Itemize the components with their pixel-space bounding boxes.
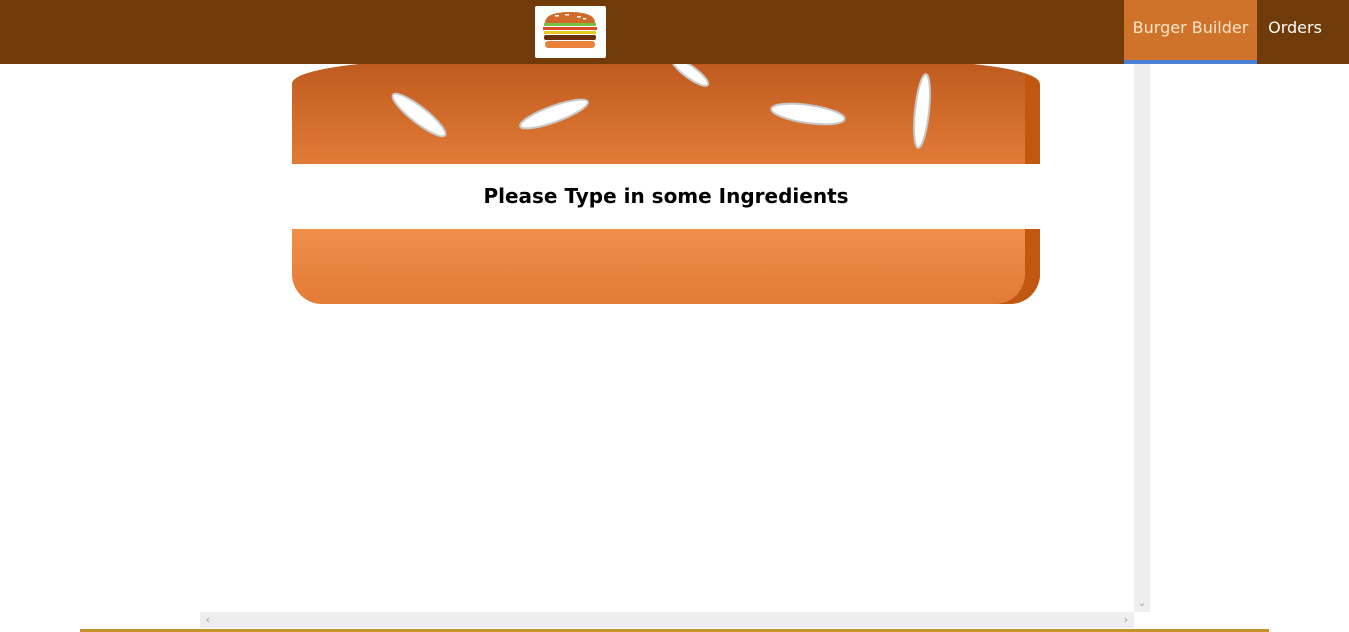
main-content: Please Type in some Ingredients [200, 64, 1134, 612]
burger-logo-icon[interactable] [535, 6, 606, 58]
chevron-left-icon[interactable]: ‹ [200, 612, 216, 628]
empty-burger-message: Please Type in some Ingredients [292, 164, 1040, 229]
horizontal-scrollbar[interactable] [200, 612, 1134, 628]
bread-top [292, 64, 1040, 164]
toolbar: Burger Builder Orders [0, 0, 1349, 64]
nav-orders[interactable]: Orders [1257, 0, 1333, 64]
chevron-right-icon[interactable]: › [1118, 612, 1134, 628]
vertical-scrollbar[interactable] [1134, 64, 1150, 612]
nav-burger-builder[interactable]: Burger Builder [1124, 0, 1257, 64]
chevron-down-icon[interactable]: ⌄ [1134, 596, 1150, 612]
bread-bottom [292, 229, 1040, 304]
